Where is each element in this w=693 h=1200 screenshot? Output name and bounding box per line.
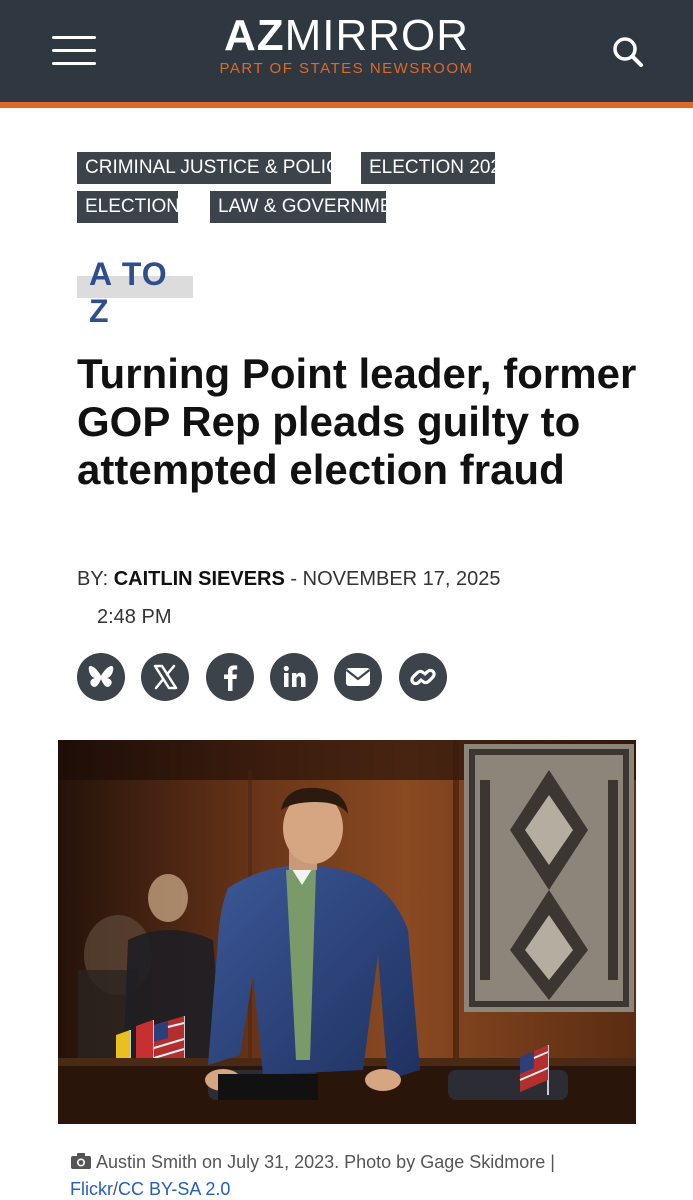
section-label-text: A TO Z — [89, 256, 168, 329]
email-icon[interactable] — [334, 653, 382, 701]
photo-caption: Austin Smith on July 31, 2023. Photo by … — [70, 1150, 670, 1200]
article-headline: Turning Point leader, former GOP Rep ple… — [77, 350, 637, 493]
section-label[interactable]: A TO Z — [77, 254, 193, 329]
bluesky-icon[interactable] — [77, 653, 125, 701]
site-logo[interactable]: AZMIRROR PART OF STATES NEWSROOM — [0, 10, 693, 78]
tag-law-government[interactable]: LAW & GOVERNMENT — [210, 191, 418, 223]
x-icon[interactable] — [141, 653, 189, 701]
author-link[interactable]: CAITLIN SIEVERS — [114, 568, 285, 590]
byline: BY: CAITLIN SIEVERS - NOVEMBER 17, 2025 — [77, 566, 637, 592]
link-icon[interactable] — [399, 653, 447, 701]
header-accent-bar — [0, 102, 693, 108]
byline-separator: - — [290, 568, 298, 590]
article-photo — [58, 740, 636, 1124]
license-link[interactable]: CC BY-SA 2.0 — [118, 1179, 230, 1199]
flickr-link[interactable]: Flickr — [70, 1179, 113, 1199]
publish-date: NOVEMBER 17, 2025 — [302, 568, 501, 590]
logo-mirror: MIRROR — [284, 11, 470, 60]
camera-icon — [70, 1152, 92, 1177]
logo-subtitle: PART OF STATES NEWSROOM — [219, 60, 474, 77]
facebook-icon[interactable] — [206, 653, 254, 701]
publish-time: 2:48 PM — [97, 606, 172, 628]
tag-election-2024[interactable]: ELECTION 2024 — [361, 152, 512, 184]
search-icon[interactable] — [610, 34, 646, 70]
byline-prefix: BY: — [77, 568, 109, 590]
caption-text: Austin Smith on July 31, 2023. Photo by … — [96, 1152, 555, 1172]
tag-criminal-justice[interactable]: CRIMINAL JUSTICE & POLICING — [77, 152, 374, 184]
tag-elections[interactable]: ELECTIONS — [77, 191, 193, 223]
linkedin-icon[interactable] — [270, 653, 318, 701]
logo-az: AZ — [223, 11, 285, 60]
